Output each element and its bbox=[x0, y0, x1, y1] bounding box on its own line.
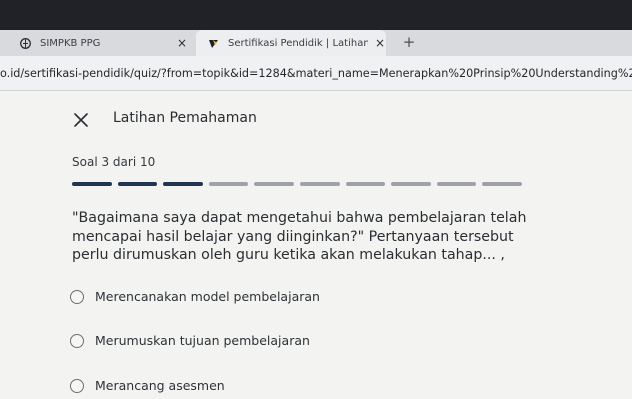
close-tab-icon[interactable]: × bbox=[374, 36, 386, 50]
question-text: "Bagaimana saya dapat mengetahui bahwa p… bbox=[72, 210, 527, 263]
progress-segment-pending bbox=[345, 182, 386, 186]
answer-option[interactable]: Merancang asesmen bbox=[70, 378, 225, 393]
progress-segment-pending bbox=[299, 182, 340, 186]
quiz-page: Latihan Pemahaman Soal 3 dari 10 "Bagaim… bbox=[0, 91, 632, 399]
progress-segment-pending bbox=[391, 182, 431, 186]
answer-option[interactable]: Merencanakan model pembelajaran bbox=[70, 289, 320, 304]
address-bar[interactable]: o.id/sertifikasi-pendidik/quiz/?from=top… bbox=[0, 56, 632, 91]
answer-option[interactable]: Merumuskan tujuan pembelajaran bbox=[70, 333, 310, 348]
progress-segment-pending bbox=[482, 182, 522, 186]
progress-segment-complete bbox=[163, 182, 203, 186]
radio-button[interactable] bbox=[70, 378, 84, 393]
tab-title: Sertifikasi Pendidik | Latihan Pe bbox=[228, 37, 368, 49]
page-title: Latihan Pemahaman bbox=[113, 110, 257, 126]
close-icon[interactable] bbox=[72, 111, 90, 129]
progress-segment-complete bbox=[117, 182, 158, 186]
title-bar bbox=[0, 0, 632, 30]
progress-segment-complete bbox=[72, 182, 112, 186]
radio-button[interactable] bbox=[70, 333, 84, 348]
option-label: Merumuskan tujuan pembelajaran bbox=[95, 333, 310, 348]
progress-segment-pending bbox=[208, 182, 249, 186]
tab-latihan[interactable]: Sertifikasi Pendidik | Latihan Pe × bbox=[196, 30, 386, 56]
progress-segment-pending bbox=[254, 182, 294, 186]
close-tab-icon[interactable]: × bbox=[176, 36, 188, 50]
progress-segment-pending bbox=[436, 182, 477, 186]
url-text[interactable]: o.id/sertifikasi-pendidik/quiz/?from=top… bbox=[0, 67, 632, 80]
progress-bar bbox=[72, 182, 522, 186]
tab-title: SIMPKB PPG bbox=[40, 37, 101, 49]
brand-logo-icon bbox=[208, 38, 219, 49]
tab-strip: SIMPKB PPG × Sertifikasi Pendidik | Lati… bbox=[0, 30, 632, 56]
tab-simpkb[interactable]: SIMPKB PPG × bbox=[0, 30, 196, 56]
new-tab-button[interactable]: + bbox=[398, 31, 420, 53]
option-label: Merancang asesmen bbox=[95, 378, 225, 393]
globe-icon bbox=[20, 37, 31, 49]
radio-button[interactable] bbox=[70, 289, 84, 304]
question-counter: Soal 3 dari 10 bbox=[72, 155, 156, 169]
option-label: Merencanakan model pembelajaran bbox=[95, 289, 320, 304]
